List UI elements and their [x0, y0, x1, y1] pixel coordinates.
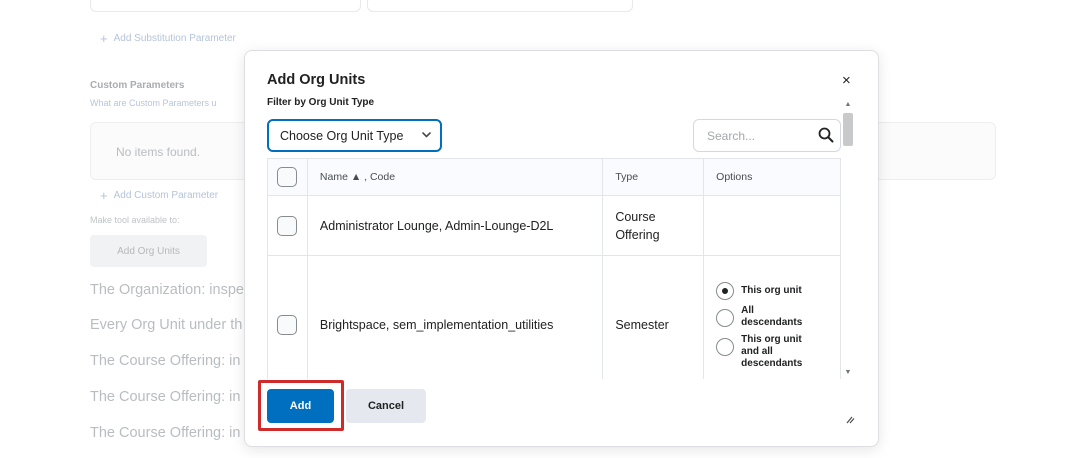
add-org-units-button[interactable]: Add Org Units [90, 235, 207, 267]
scroll-down-icon[interactable]: ▼ [843, 369, 853, 376]
org-unit-line: The Course Offering: in [90, 353, 241, 369]
radio-this-and-all-descendants[interactable] [716, 338, 735, 356]
org-unit-name: Administrator Lounge, Admin-Lounge-D2L [306, 195, 603, 256]
custom-parameters-title: Custom Parameters [90, 80, 185, 91]
plus-icon: + [100, 187, 108, 203]
option-label-line: and all [741, 346, 773, 357]
add-substitution-parameter-link[interactable]: + Add Substitution Parameter [100, 30, 236, 46]
no-items-text: No items found. [116, 145, 201, 159]
search-input[interactable]: Search... [693, 119, 841, 152]
org-unit-type: Semester [602, 255, 704, 379]
option-label-line: descendants [741, 317, 803, 328]
org-unit-type-value: Choose Org Unit Type [280, 128, 404, 143]
custom-parameters-help-link[interactable]: What are Custom Parameters u [90, 98, 217, 108]
org-unit-type-select[interactable]: Choose Org Unit Type [267, 119, 442, 152]
column-header-options: Options [703, 158, 841, 196]
radio-all-descendants[interactable] [716, 309, 735, 327]
table-row: Administrator Lounge, Admin-Lounge-D2L C… [267, 195, 841, 256]
cancel-button[interactable]: Cancel [346, 389, 426, 423]
row-select-cell [267, 195, 308, 256]
org-unit-line: The Course Offering: in [90, 389, 241, 405]
table-row: Brightspace, sem_implementation_utilitie… [267, 255, 841, 379]
search-icon[interactable] [817, 126, 835, 144]
scroll-up-icon[interactable]: ▲ [843, 101, 853, 108]
scrollbar-thumb[interactable] [843, 113, 853, 146]
radio-this-org-unit[interactable] [716, 282, 735, 300]
option-all-descendants[interactable]: All descendants [716, 305, 840, 329]
org-unit-line: Every Org Unit under th [90, 317, 243, 333]
org-unit-type-line: Course [615, 209, 656, 224]
row-checkbox[interactable] [277, 314, 298, 335]
select-all-checkbox[interactable] [277, 167, 298, 187]
make-available-label: Make tool available to: [90, 215, 180, 225]
substitution-name-field[interactable] [90, 0, 361, 12]
option-label-line: descendants [741, 358, 803, 369]
add-button[interactable]: Add [267, 389, 334, 423]
org-unit-options [703, 195, 841, 256]
option-label: All descendants [741, 305, 802, 329]
row-select-cell [267, 255, 308, 379]
substitution-value-field[interactable] [367, 0, 633, 12]
org-unit-name: Brightspace, sem_implementation_utilitie… [306, 255, 603, 379]
row-checkbox[interactable] [277, 215, 298, 236]
column-header-type: Type [602, 158, 704, 196]
close-icon[interactable]: × [842, 72, 851, 89]
org-unit-type-line: Offering [615, 227, 660, 242]
org-units-table-scroller[interactable]: Name ▲ , Code Type Options Administrator… [267, 158, 841, 379]
option-label-line: This org unit [741, 334, 802, 345]
column-header-name[interactable]: Name ▲ , Code [306, 158, 603, 196]
plus-icon: + [100, 30, 108, 46]
org-unit-line: The Course Offering: in [90, 425, 241, 441]
org-unit-options: This org unit All descendants This org u… [703, 255, 841, 379]
option-this-and-all-descendants[interactable]: This org unit and all descendants [716, 334, 840, 370]
option-label-line: All [741, 305, 754, 316]
table-header-row: Name ▲ , Code Type Options [267, 158, 841, 196]
resize-handle-icon[interactable] [845, 413, 855, 427]
add-substitution-label: Add Substitution Parameter [113, 33, 236, 44]
filter-label: Filter by Org Unit Type [267, 97, 375, 108]
org-unit-type: Course Offering [602, 195, 704, 256]
add-custom-parameter-link[interactable]: + Add Custom Parameter [100, 187, 219, 203]
search-placeholder: Search... [707, 128, 756, 143]
add-org-units-dialog: Add Org Units × Filter by Org Unit Type … [244, 50, 879, 447]
org-unit-line: The Organization: inspe [90, 282, 244, 298]
chevron-down-icon [422, 132, 431, 138]
add-custom-label: Add Custom Parameter [113, 190, 219, 201]
dialog-scrollbar[interactable]: ▲ ▼ [843, 101, 853, 383]
option-label: This org unit [741, 285, 802, 296]
dialog-title: Add Org Units [267, 72, 366, 88]
option-this-org-unit[interactable]: This org unit [716, 282, 840, 300]
resize-grip-icon [846, 416, 855, 424]
org-units-table: Name ▲ , Code Type Options Administrator… [267, 158, 841, 379]
select-all-cell [267, 158, 308, 196]
option-label: This org unit and all descendants [741, 334, 802, 370]
